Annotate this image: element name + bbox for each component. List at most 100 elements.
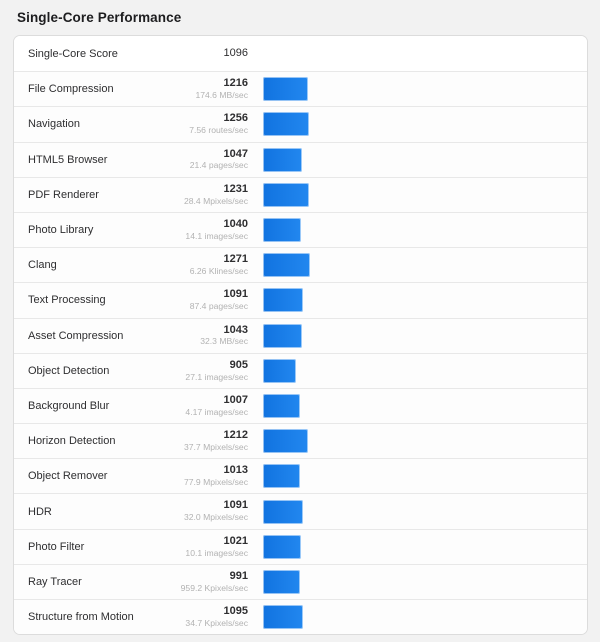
benchmark-bar [263, 182, 309, 207]
page-title: Single-Core Performance [17, 10, 182, 25]
benchmark-bar-track [250, 499, 587, 524]
benchmark-bar-track [250, 42, 587, 66]
benchmark-bar-track [250, 288, 587, 313]
benchmark-label: Clang [28, 259, 57, 272]
benchmark-label: Background Blur [28, 399, 110, 412]
benchmark-label: Structure from Motion [28, 611, 134, 624]
benchmark-metric: 1212 37.7 Mpixels/sec [166, 429, 250, 452]
benchmark-row: HTML5 Browser 1047 21.4 pages/sec [14, 141, 587, 177]
benchmark-bar-track [250, 534, 587, 559]
benchmark-rate: 10.1 images/sec [185, 547, 248, 558]
benchmark-bar-track [250, 253, 587, 278]
benchmark-row: Ray Tracer 991 959.2 Kpixels/sec [14, 563, 587, 599]
benchmark-label: File Compression [28, 83, 114, 96]
benchmark-score: 1231 [223, 182, 248, 195]
benchmark-metric: 991 959.2 Kpixels/sec [166, 569, 250, 593]
benchmark-label: Ray Tracer [28, 575, 82, 588]
benchmark-score: 1007 [223, 393, 248, 406]
benchmark-rate: 7.56 routes/sec [189, 125, 248, 136]
benchmark-row: Photo Library 1040 14.1 images/sec [14, 211, 587, 248]
benchmark-bar-track [250, 323, 587, 348]
benchmark-bar [263, 253, 310, 278]
benchmark-bar [263, 218, 302, 243]
summary-row: Single-Core Score 1096 [14, 36, 587, 72]
benchmark-label: Text Processing [28, 294, 106, 307]
benchmark-row: Clang 1271 6.26 Klines/sec [14, 247, 587, 283]
benchmark-rate: 77.9 Mpixels/sec [183, 477, 248, 488]
benchmark-metric: 1096 [166, 47, 250, 60]
benchmark-bar-track [250, 77, 587, 102]
benchmark-bar-track [250, 218, 587, 243]
benchmark-label: Navigation [28, 118, 80, 131]
benchmark-metric: 1271 6.26 Klines/sec [166, 253, 250, 277]
benchmark-score: 1256 [223, 112, 248, 125]
benchmark-label: Photo Filter [28, 540, 85, 553]
benchmark-rate: 27.1 images/sec [185, 371, 248, 382]
benchmark-score: 991 [229, 569, 248, 582]
benchmark-score: 1013 [223, 464, 248, 477]
benchmark-label: Object Remover [28, 470, 108, 483]
benchmark-bar [263, 147, 302, 172]
benchmark-label: HTML5 Browser [28, 153, 108, 166]
benchmark-row: Asset Compression 1043 32.3 MB/sec [14, 317, 587, 353]
benchmark-rate: 37.7 Mpixels/sec [183, 441, 248, 452]
benchmark-metric: 1256 7.56 routes/sec [166, 112, 250, 136]
benchmark-rate: 14.1 images/sec [185, 230, 248, 241]
benchmark-metric: 1216 174.6 MB/sec [166, 77, 250, 101]
benchmark-bar [263, 358, 297, 383]
benchmark-row: Background Blur 1007 4.17 images/sec [14, 387, 587, 424]
benchmark-bar [263, 288, 304, 313]
benchmark-bar [263, 605, 304, 630]
benchmark-metric: 1043 32.3 MB/sec [166, 323, 250, 347]
benchmark-bar-track [250, 393, 587, 418]
benchmark-rate: 174.6 MB/sec [195, 90, 248, 101]
benchmark-bar-track [250, 464, 587, 489]
benchmark-row: Navigation 1256 7.56 routes/sec [14, 106, 587, 142]
benchmark-score: 1021 [223, 534, 248, 547]
benchmark-score: 1043 [223, 323, 248, 336]
benchmark-rate: 4.17 images/sec [185, 406, 248, 417]
benchmark-bar [263, 464, 301, 489]
benchmark-bar-track [250, 358, 587, 383]
benchmark-bar-track [250, 569, 587, 594]
benchmark-label: Single-Core Score [28, 47, 118, 60]
benchmark-score: 905 [229, 358, 248, 371]
benchmark-metric: 1021 10.1 images/sec [166, 534, 250, 558]
benchmark-score: 1095 [223, 605, 248, 618]
benchmark-bar [263, 393, 301, 418]
benchmark-row: Horizon Detection 1212 37.7 Mpixels/sec [14, 423, 587, 459]
benchmark-bar [263, 323, 302, 348]
benchmark-score: 1040 [223, 217, 248, 230]
benchmark-row: PDF Renderer 1231 28.4 Mpixels/sec [14, 176, 587, 212]
benchmark-bar [263, 499, 304, 524]
benchmark-bar [263, 429, 308, 454]
benchmark-label: Horizon Detection [28, 435, 116, 448]
benchmark-metric: 1091 32.0 Mpixels/sec [166, 499, 250, 523]
benchmark-metric: 1047 21.4 pages/sec [166, 148, 250, 171]
benchmark-metric: 905 27.1 images/sec [166, 358, 250, 382]
benchmark-bar [263, 77, 308, 102]
benchmark-bar [263, 569, 300, 594]
benchmark-row: Photo Filter 1021 10.1 images/sec [14, 528, 587, 564]
benchmark-metric: 1095 34.7 Kpixels/sec [166, 605, 250, 628]
benchmark-row: Object Detection 905 27.1 images/sec [14, 352, 587, 388]
benchmark-rate: 28.4 Mpixels/sec [183, 195, 248, 206]
benchmark-bar-track [250, 147, 587, 172]
benchmark-score: 1212 [223, 429, 248, 442]
benchmark-rate: 6.26 Klines/sec [189, 266, 248, 277]
benchmark-bar [263, 112, 310, 137]
benchmark-rate: 34.7 Kpixels/sec [185, 617, 248, 628]
benchmark-bar [263, 534, 301, 559]
benchmark-label: HDR [28, 505, 52, 518]
benchmark-rate: 21.4 pages/sec [189, 160, 248, 171]
benchmark-bar-track [250, 605, 587, 630]
benchmark-label: Object Detection [28, 364, 110, 377]
benchmark-label: Asset Compression [28, 329, 124, 342]
benchmark-row: Text Processing 1091 87.4 pages/sec [14, 282, 587, 318]
benchmark-metric: 1091 87.4 pages/sec [166, 288, 250, 311]
benchmark-label: PDF Renderer [28, 188, 99, 201]
benchmark-bar-track [250, 429, 587, 454]
benchmark-bar-track [250, 182, 587, 207]
benchmark-row: Object Remover 1013 77.9 Mpixels/sec [14, 458, 587, 494]
benchmark-score: 1091 [223, 499, 248, 512]
